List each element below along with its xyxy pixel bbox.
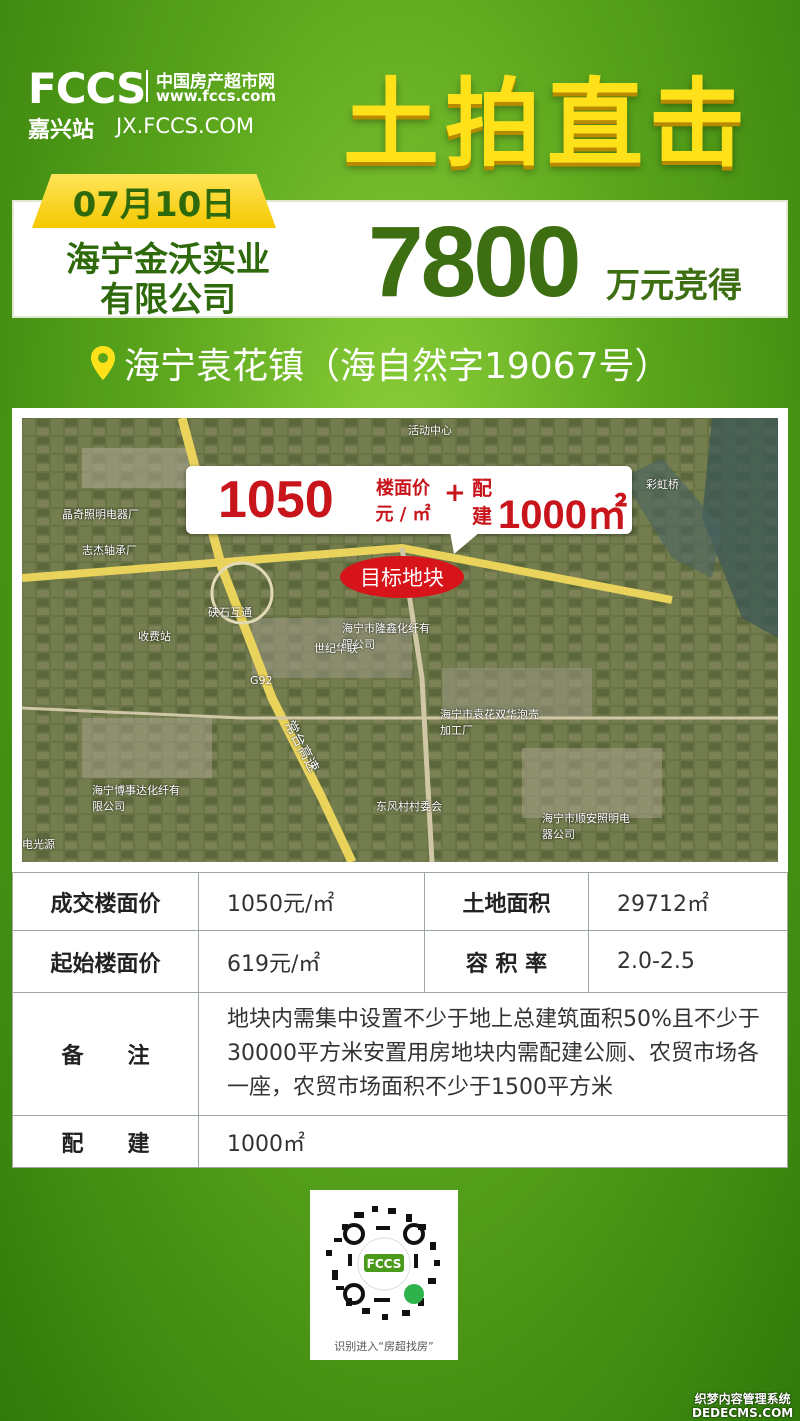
- fccs-logo-mark: FCCS: [28, 64, 146, 113]
- land-area-label: 土地面积: [424, 872, 589, 931]
- svg-text:FCCS: FCCS: [367, 1257, 402, 1271]
- winner-line-2: 有限公司: [100, 280, 236, 320]
- location-text: 海宁袁花镇（海自然字19067号）: [124, 346, 671, 387]
- deal-price-value: 1050元/㎡: [198, 872, 425, 931]
- map-label: 海宁市顺安照明电器公司: [542, 812, 630, 841]
- page-title: 土拍直击: [343, 68, 751, 180]
- site-logo[interactable]: FCCS 中国房产超市网 www.fccs.com 嘉兴站 JX.FCCS.CO…: [28, 62, 298, 143]
- table-row: 配 建 1000㎡: [12, 1115, 788, 1168]
- site-url: www.fccs.com: [156, 87, 277, 105]
- supporting-value: 1000㎡: [198, 1115, 788, 1168]
- map-label: 东风村村委会: [376, 800, 442, 813]
- table-row: 备 注 地块内需集中设置不少于地上总建筑面积50%且不少于30000平方米安置用…: [12, 992, 788, 1116]
- callout-supporting-label-line-2: 建: [472, 504, 492, 528]
- callout-price-unit-line-1: 楼面价: [376, 478, 430, 499]
- plot-ratio-label: 容 积 率: [424, 930, 589, 993]
- map-label: 海宁市袁花双华泡壳加工厂: [440, 708, 539, 737]
- auction-date: 07月10日: [32, 174, 276, 228]
- callout-pointer: [450, 532, 480, 554]
- logo-divider: [146, 70, 148, 102]
- map-label: 彩虹桥: [646, 478, 679, 491]
- table-row: 起始楼面价 619元/㎡ 容 积 率 2.0-2.5: [12, 930, 788, 993]
- winner-line-1: 海宁金沃实业: [66, 240, 270, 280]
- start-price-value: 619元/㎡: [198, 930, 425, 993]
- callout-supporting-label-line-1: 配: [472, 476, 492, 500]
- winning-amount: 7800: [368, 206, 581, 318]
- watermark: 织梦内容管理系统 DEDECMS.COM: [692, 1392, 793, 1420]
- qr-caption: 识别进入“房超找房”: [334, 1340, 434, 1353]
- start-price-label: 起始楼面价: [12, 930, 199, 993]
- map-label: 海宁博事达化纤有限公司: [92, 784, 180, 813]
- callout-price-unit: 楼面价 元 / ㎡: [368, 476, 438, 528]
- land-info-table: 成交楼面价 1050元/㎡ 土地面积 29712㎡ 起始楼面价 619元/㎡ 容…: [12, 872, 788, 1168]
- supporting-label: 配 建: [12, 1115, 199, 1168]
- callout-plus: +: [444, 478, 466, 508]
- map-label: 硖石互通: [208, 606, 252, 619]
- winner-name: 海宁金沃实业 有限公司: [28, 240, 308, 320]
- callout-supporting-area: 1000㎡: [498, 493, 627, 537]
- remark-value: 地块内需集中设置不少于地上总建筑面积50%且不少于30000平方米安置用房地块内…: [198, 992, 788, 1116]
- plot-ratio-value: 2.0-2.5: [588, 930, 788, 993]
- map-label: 世纪华联: [314, 642, 358, 655]
- map-label: 收费站: [138, 630, 171, 643]
- land-area-value: 29712㎡: [588, 872, 788, 931]
- watermark-line-1: 织梦内容管理系统: [694, 1392, 791, 1406]
- callout-supporting-label: 配 建: [472, 474, 498, 530]
- target-plot-label: 目标地块: [340, 556, 464, 598]
- deal-price-label: 成交楼面价: [12, 872, 199, 931]
- remark-label: 备 注: [12, 992, 199, 1116]
- watermark-line-2: DEDECMS.COM: [692, 1406, 794, 1420]
- table-row: 成交楼面价 1050元/㎡ 土地面积 29712㎡: [12, 872, 788, 931]
- location-row: 海宁袁花镇（海自然字19067号）: [90, 338, 671, 388]
- winning-amount-unit: 万元竞得: [606, 266, 742, 306]
- station-name: 嘉兴站: [28, 118, 95, 143]
- map-label: 活动中心: [408, 424, 452, 437]
- callout-floor-price: 1050: [218, 471, 334, 529]
- station-url: JX.FCCS.COM: [116, 114, 254, 138]
- callout-price-unit-line-2: 元 / ㎡: [375, 504, 431, 525]
- map-label: G92: [250, 674, 273, 687]
- pin-icon: [91, 346, 115, 380]
- map-label: 志杰轴承厂: [82, 544, 137, 557]
- map-label: 晶奇照明电器厂: [62, 508, 139, 521]
- map-label: 电光源: [22, 838, 55, 851]
- mini-program-qr-code[interactable]: FCCS: [318, 1198, 450, 1330]
